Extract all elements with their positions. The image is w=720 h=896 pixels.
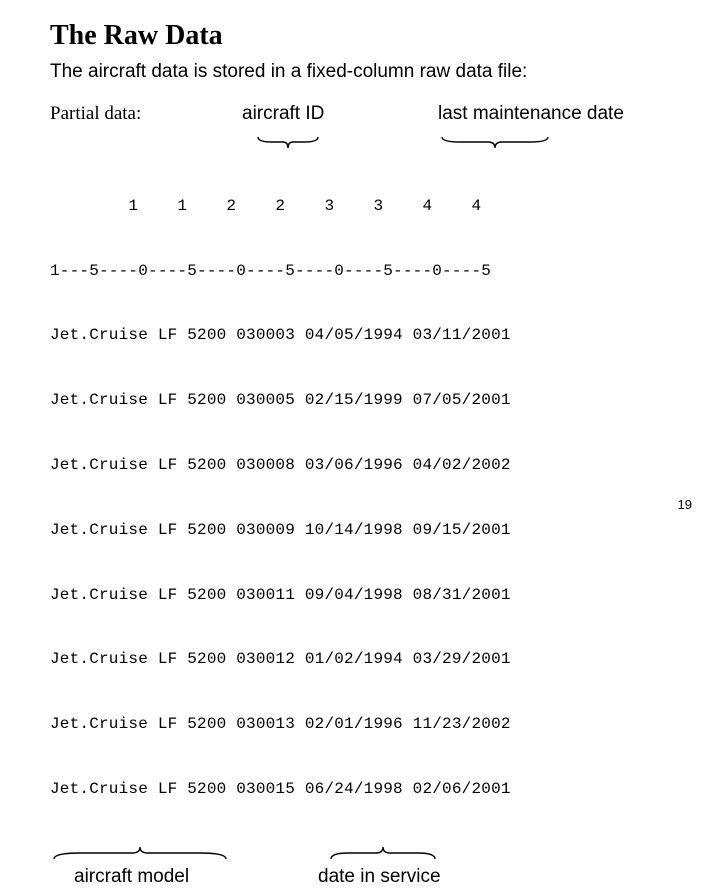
label-date-in-service: date in service: [318, 866, 441, 888]
label-last-maint: last maintenance date: [438, 103, 624, 125]
ruler-units: 1---5----0----5----0----5----0----5----0…: [50, 261, 680, 283]
data-row: Jet.Cruise LF 5200 030011 09/04/1998 08/…: [50, 585, 680, 607]
brace-down-icon: [440, 135, 550, 151]
page-title: The Raw Data: [50, 20, 680, 52]
data-row: Jet.Cruise LF 5200 030015 06/24/1998 02/…: [50, 779, 680, 801]
page-number: 19: [678, 497, 692, 512]
data-row: Jet.Cruise LF 5200 030012 01/02/1994 03/…: [50, 649, 680, 671]
brace-up-icon: [328, 844, 438, 862]
label-aircraft-model: aircraft model: [74, 866, 189, 888]
page-subtitle: The aircraft data is stored in a fixed-c…: [50, 60, 680, 85]
ruler-tens: 1 1 2 2 3 3 4 4: [50, 196, 680, 218]
label-aircraft-id: aircraft ID: [242, 103, 324, 125]
data-row: Jet.Cruise LF 5200 030005 02/15/1999 07/…: [50, 390, 680, 412]
data-block: 1 1 2 2 3 3 4 4 1---5----0----5----0----…: [50, 153, 680, 844]
data-row: Jet.Cruise LF 5200 030013 02/01/1996 11/…: [50, 714, 680, 736]
brace-down-icon: [256, 135, 320, 151]
brace-up-icon: [50, 844, 230, 862]
partial-data-label: Partial data:: [50, 103, 141, 125]
data-row: Jet.Cruise LF 5200 030003 04/05/1994 03/…: [50, 325, 680, 347]
data-row: Jet.Cruise LF 5200 030009 10/14/1998 09/…: [50, 520, 680, 542]
data-row: Jet.Cruise LF 5200 030008 03/06/1996 04/…: [50, 455, 680, 477]
